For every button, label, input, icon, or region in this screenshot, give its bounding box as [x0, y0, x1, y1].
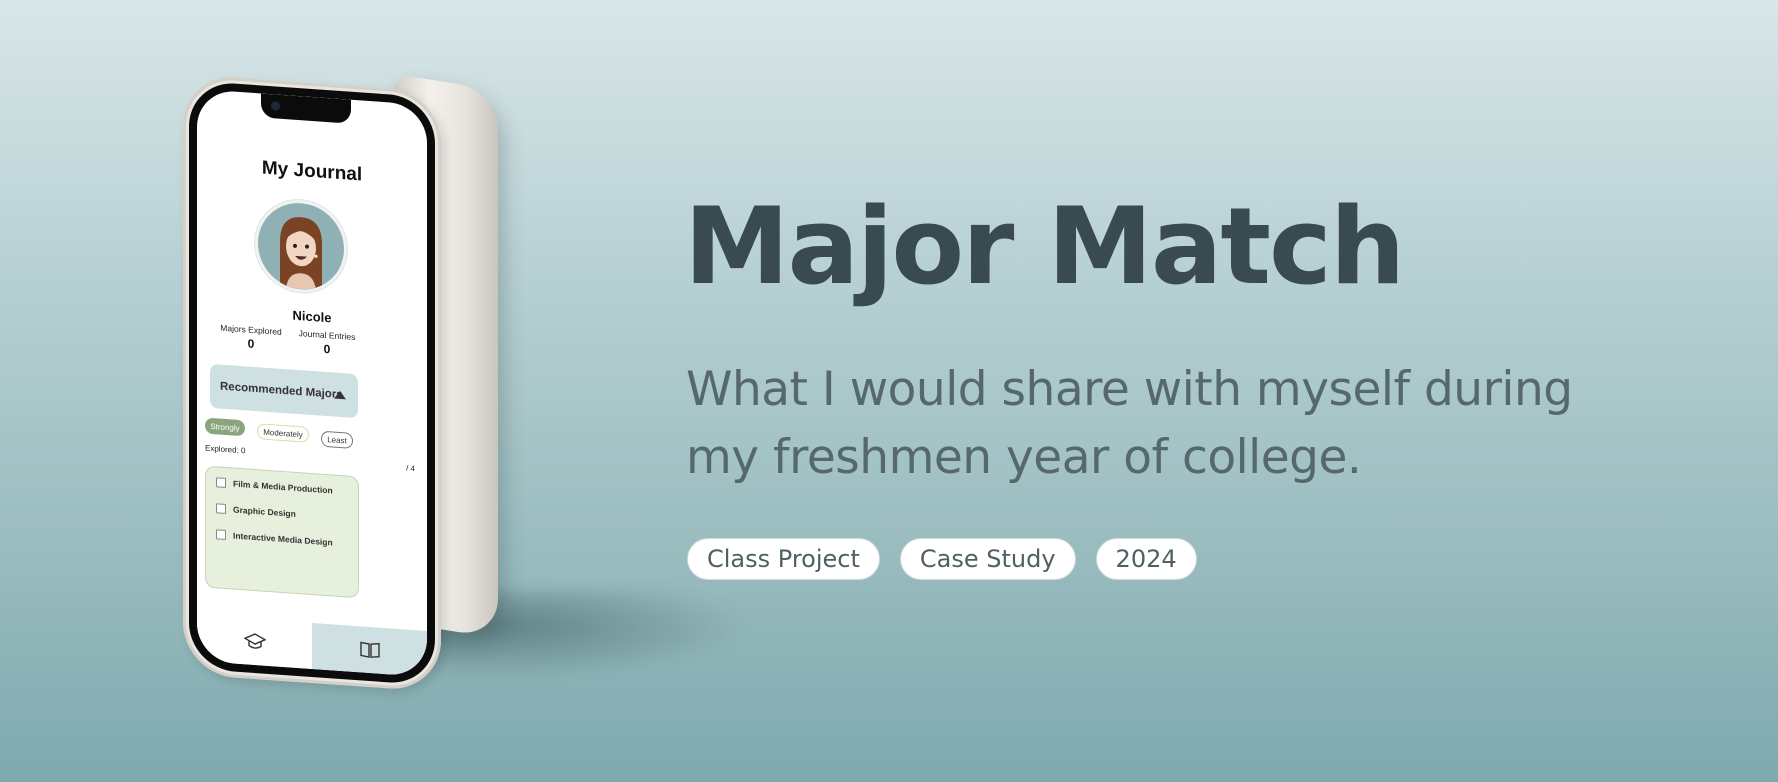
phone-bezel: My Journal Nicole Majors Explored 0 Jour…: [189, 80, 435, 686]
camera-icon: [271, 101, 280, 111]
avatar[interactable]: [255, 197, 347, 296]
screen-title: My Journal: [261, 157, 363, 186]
stat-value: 0: [247, 336, 255, 351]
filter-moderately[interactable]: Moderately: [257, 423, 309, 443]
majors-list: Film & Media Production Graphic Design I…: [205, 465, 359, 599]
graduation-cap-icon: [243, 633, 266, 649]
checkbox[interactable]: [216, 529, 226, 541]
major-label: Interactive Media Design: [233, 530, 333, 548]
tag-list: Class Project Case Study 2024: [687, 538, 1197, 580]
tag-year: 2024: [1095, 538, 1197, 580]
page-subtitle: What I would share with myself during my…: [686, 362, 1573, 485]
phone-mockup: My Journal Nicole Majors Explored 0 Jour…: [183, 74, 441, 693]
major-total: / 4: [406, 463, 415, 474]
phone-screen: My Journal Nicole Majors Explored 0 Jour…: [197, 88, 427, 678]
chevron-up-icon: [334, 390, 346, 400]
list-item[interactable]: Film & Media Production: [216, 477, 333, 495]
major-label: Film & Media Production: [233, 478, 333, 496]
tag-case-study: Case Study: [899, 538, 1076, 580]
recommended-majors-label: Recommended Majors: [220, 380, 343, 402]
stat-majors-explored: Majors Explored 0: [219, 323, 283, 353]
explored-count: Explored: 0: [205, 443, 246, 456]
major-label: Graphic Design: [233, 504, 296, 519]
book-icon: [359, 641, 380, 658]
stat-journal-entries: Journal Entries 0: [295, 328, 359, 358]
filter-strongly[interactable]: Strongly: [205, 417, 245, 437]
recommended-majors-toggle[interactable]: Recommended Majors: [210, 363, 358, 419]
tag-class-project: Class Project: [687, 538, 880, 580]
checkbox[interactable]: [216, 503, 226, 515]
list-item[interactable]: Graphic Design: [216, 503, 296, 519]
tab-majors[interactable]: [197, 614, 312, 670]
checkbox[interactable]: [216, 477, 226, 489]
tab-journal[interactable]: [312, 623, 427, 678]
avatar-illustration: [280, 217, 322, 291]
notch: [261, 93, 351, 124]
page-title: Major Match: [684, 185, 1405, 308]
tab-bar: [197, 614, 427, 678]
stat-value: 0: [323, 341, 331, 357]
list-item[interactable]: Interactive Media Design: [216, 529, 333, 547]
filter-least[interactable]: Least: [321, 430, 353, 449]
